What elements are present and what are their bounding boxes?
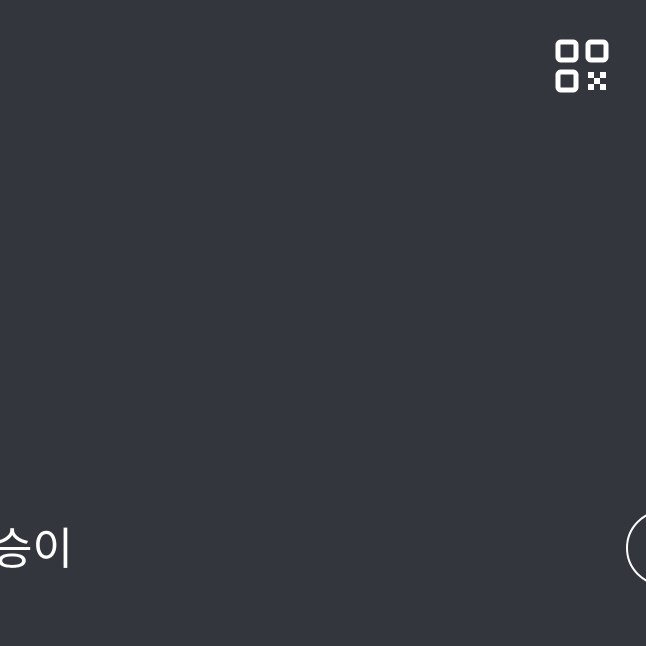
qr-code-icon (555, 39, 609, 93)
profile-screen: 승이 (0, 0, 646, 646)
qr-code-button[interactable] (554, 38, 610, 94)
profile-name: 승이 (0, 524, 73, 575)
circle-action-button[interactable] (626, 510, 646, 586)
